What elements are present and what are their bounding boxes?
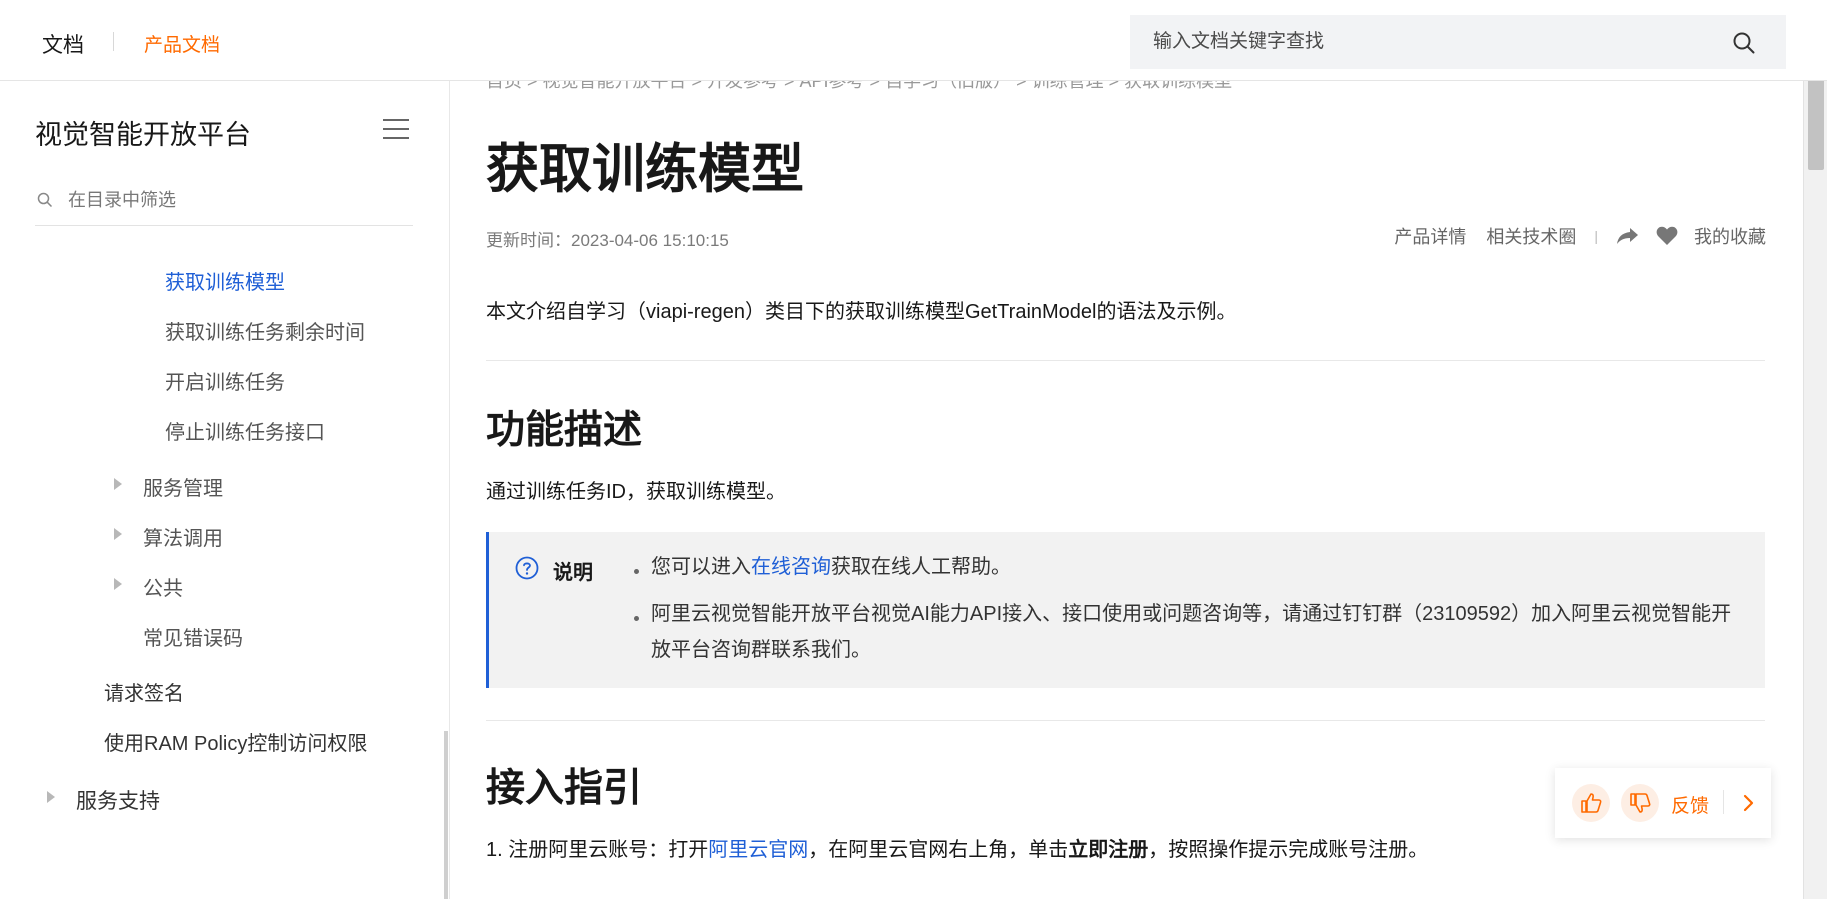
my-favorites-link[interactable]: 我的收藏 <box>1694 223 1766 249</box>
breadcrumb[interactable]: 首页 > 视觉智能开放平台 > 开发参考 > API参考 > 自学习（旧版） >… <box>486 81 1232 93</box>
note-box: 说明 您可以进入在线咨询获取在线人工帮助。 阿里云视觉智能开放平台视觉AI能力A… <box>486 532 1765 688</box>
heart-icon[interactable] <box>1656 226 1678 246</box>
thumbs-up-icon <box>1581 793 1602 813</box>
sidebar-item-get-train-model[interactable]: 获取训练模型 <box>165 266 285 295</box>
sidebar-item-service-support[interactable]: 服务支持 <box>76 785 160 815</box>
filter-search-icon <box>37 192 53 208</box>
feedback-widget: 反馈 <box>1555 768 1771 838</box>
feedback-divider <box>1723 790 1724 814</box>
sidebar-filter-input[interactable] <box>68 180 408 220</box>
section-heading-access-guide: 接入指引 <box>486 767 643 810</box>
note-item-text: 您可以进入 <box>651 556 751 578</box>
sidebar-scrollbar[interactable] <box>444 731 448 899</box>
search-icon[interactable] <box>1732 31 1756 55</box>
step-text: ，在阿里云官网右上角，单击 <box>808 839 1069 861</box>
step-text: 1. 注册阿里云账号：打开 <box>486 839 709 861</box>
sidebar-item-service-management[interactable]: 服务管理 <box>143 472 223 501</box>
note-item-dingtalk: 阿里云视觉智能开放平台视觉AI能力API接入、接口使用或问题咨询等，请通过钉钉群… <box>651 603 1732 661</box>
sidebar-item-request-signature[interactable]: 请求签名 <box>104 677 184 706</box>
description-text: 通过训练任务ID，获取训练模型。 <box>486 481 786 503</box>
register-now-text: 立即注册 <box>1068 839 1149 861</box>
access-step-1: 1. 注册阿里云账号：打开阿里云官网，在阿里云官网右上角，单击立即注册，按照操作… <box>486 833 1428 862</box>
online-consult-link[interactable]: 在线咨询 <box>751 556 831 578</box>
expand-icon[interactable] <box>114 478 122 490</box>
product-detail-link[interactable]: 产品详情 <box>1394 223 1466 249</box>
search-box <box>1130 15 1786 69</box>
sidebar-item-ram-policy[interactable]: 使用RAM Policy控制访问权限 <box>104 727 367 756</box>
header-divider <box>113 32 114 51</box>
actions-divider: | <box>1594 228 1598 244</box>
note-item-consult: 您可以进入在线咨询获取在线人工帮助。 <box>651 549 1751 585</box>
feedback-label[interactable]: 反馈 <box>1671 791 1709 818</box>
page-scrollbar[interactable] <box>1803 0 1827 899</box>
bullet <box>634 569 639 574</box>
divider <box>486 720 1765 721</box>
updated-time: 更新时间：2023-04-06 15:10:15 <box>486 231 729 250</box>
sidebar-item-common[interactable]: 公共 <box>143 572 183 601</box>
chevron-right-icon[interactable] <box>1739 792 1759 814</box>
sidebar-item-stop-train-task[interactable]: 停止训练任务接口 <box>165 416 325 445</box>
product-docs-link[interactable]: 产品文档 <box>144 30 220 57</box>
expand-icon[interactable] <box>114 528 122 540</box>
expand-icon[interactable] <box>114 578 122 590</box>
doc-actions: 产品详情 相关技术圈 | 我的收藏 <box>1374 224 1766 248</box>
aliyun-site-link[interactable]: 阿里云官网 <box>708 839 808 861</box>
intro-text: 本文介绍自学习（viapi-regen）类目下的获取训练模型GetTrainMo… <box>486 301 1237 323</box>
thumbs-down-button[interactable] <box>1621 784 1659 822</box>
top-bar: 文档 产品文档 <box>0 0 1827 81</box>
docs-home-link[interactable]: 文档 <box>42 29 84 59</box>
sidebar-filter <box>35 180 413 226</box>
tech-circle-link[interactable]: 相关技术圈 <box>1486 223 1576 249</box>
expand-icon[interactable] <box>47 791 55 803</box>
note-label: 说明 <box>553 562 593 584</box>
sidebar-item-get-train-remaining-time[interactable]: 获取训练任务剩余时间 <box>165 316 365 345</box>
section-heading-description: 功能描述 <box>486 409 643 452</box>
step-text: ，按照操作提示完成账号注册。 <box>1148 839 1429 861</box>
sidebar: 视觉智能开放平台 获取训练模型 获取训练任务剩余时间 开启训练任务 停止训练任务… <box>0 81 450 899</box>
sidebar-item-start-train-task[interactable]: 开启训练任务 <box>165 366 285 395</box>
thumbs-up-button[interactable] <box>1572 784 1610 822</box>
menu-icon[interactable] <box>383 118 409 140</box>
share-icon[interactable] <box>1616 226 1640 246</box>
sidebar-item-algorithm-call[interactable]: 算法调用 <box>143 522 223 551</box>
note-item-text: 获取在线人工帮助。 <box>831 556 1011 578</box>
sidebar-item-error-codes[interactable]: 常见错误码 <box>143 622 243 651</box>
divider <box>486 360 1765 361</box>
search-input[interactable] <box>1130 15 1730 69</box>
thumbs-down-icon <box>1630 793 1651 813</box>
page-title: 获取训练模型 <box>486 140 804 199</box>
sidebar-title: 视觉智能开放平台 <box>35 120 251 150</box>
question-icon <box>515 556 539 580</box>
bullet <box>634 616 639 621</box>
